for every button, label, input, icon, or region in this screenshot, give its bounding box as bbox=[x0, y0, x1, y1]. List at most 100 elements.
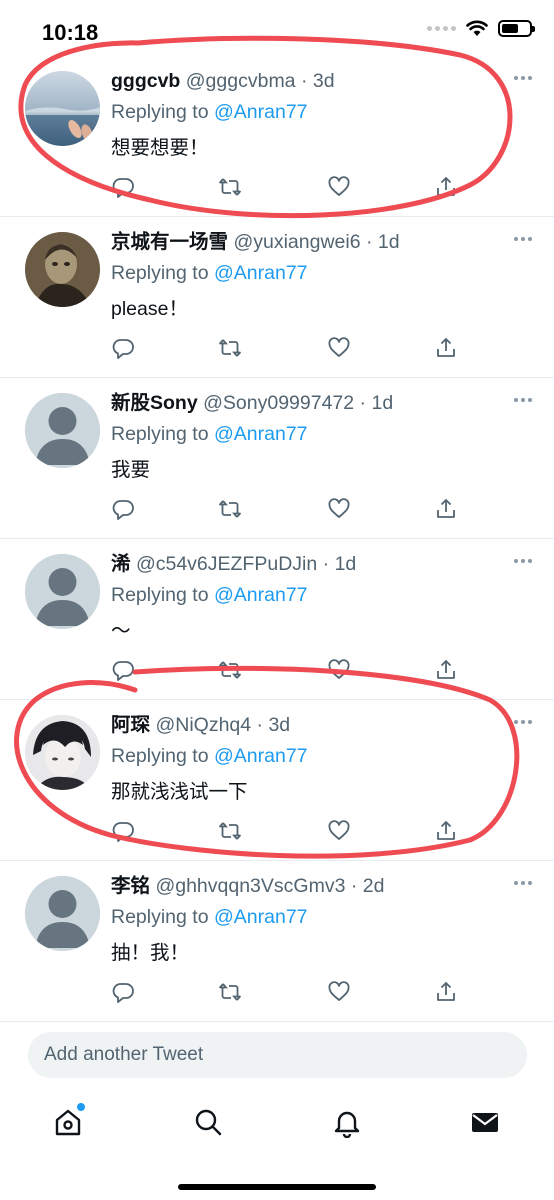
tweet-actions bbox=[111, 658, 459, 684]
reply-icon[interactable] bbox=[111, 336, 137, 362]
user-handle[interactable]: @NiQzhq4 bbox=[155, 714, 251, 736]
display-name[interactable]: gggcvb bbox=[111, 70, 180, 92]
display-name[interactable]: 阿琛 bbox=[111, 714, 150, 736]
cellular-signal-icon bbox=[427, 26, 456, 31]
like-icon[interactable] bbox=[327, 658, 353, 684]
tweet-body: 京城有一场雪 @yuxiangwei6 · 1d Replying to @An… bbox=[111, 229, 534, 322]
tweet-age[interactable]: 1d bbox=[371, 392, 393, 414]
display-name[interactable]: 新股Sony bbox=[111, 392, 198, 414]
replying-to: Replying to @Anran77 bbox=[111, 99, 534, 125]
display-name[interactable]: 李铭 bbox=[111, 875, 150, 897]
notifications-icon[interactable] bbox=[331, 1106, 365, 1140]
user-handle[interactable]: @c54v6JEZFPuDJin bbox=[136, 553, 317, 575]
share-icon[interactable] bbox=[434, 175, 460, 201]
display-name[interactable]: 浠 bbox=[111, 553, 131, 575]
tweet-body: 浠 @c54v6JEZFPuDJin · 1d Replying to @Anr… bbox=[111, 551, 534, 644]
mention-link[interactable]: @Anran77 bbox=[214, 101, 308, 123]
reply-icon[interactable] bbox=[111, 819, 137, 845]
reply-icon[interactable] bbox=[111, 980, 137, 1006]
reply-icon[interactable] bbox=[111, 497, 137, 523]
retweet-icon[interactable] bbox=[218, 980, 244, 1006]
tweet-text: please！ bbox=[111, 298, 188, 320]
tweet-reply[interactable]: 李铭 @ghhvqqn3VscGmv3 · 2d Replying to @An… bbox=[0, 861, 554, 1022]
more-options-icon[interactable] bbox=[514, 559, 532, 563]
tweet-header: 新股Sony @Sony09997472 · 1d bbox=[111, 390, 534, 416]
tweet-header: 浠 @c54v6JEZFPuDJin · 1d bbox=[111, 551, 534, 577]
tweet-reply[interactable]: 浠 @c54v6JEZFPuDJin · 1d Replying to @Anr… bbox=[0, 539, 554, 700]
share-icon[interactable] bbox=[434, 980, 460, 1006]
like-icon[interactable] bbox=[327, 175, 353, 201]
user-handle[interactable]: @Sony09997472 bbox=[203, 392, 354, 414]
search-icon[interactable] bbox=[192, 1106, 226, 1140]
avatar[interactable] bbox=[25, 232, 100, 307]
retweet-icon[interactable] bbox=[218, 497, 244, 523]
tweet-body: gggcvb @gggcvbma · 3d Replying to @Anran… bbox=[111, 68, 534, 161]
tweet-header: 京城有一场雪 @yuxiangwei6 · 1d bbox=[111, 229, 534, 255]
user-handle[interactable]: @gggcvbma bbox=[186, 70, 296, 92]
mention-link[interactable]: @Anran77 bbox=[214, 745, 308, 767]
tweet-age[interactable]: 3d bbox=[313, 70, 335, 92]
mention-link[interactable]: @Anran77 bbox=[214, 584, 308, 606]
messages-icon[interactable] bbox=[469, 1106, 503, 1140]
tweet-age[interactable]: 2d bbox=[363, 875, 385, 897]
reply-icon[interactable] bbox=[111, 175, 137, 201]
tweet-actions bbox=[111, 497, 459, 523]
user-handle[interactable]: @yuxiangwei6 bbox=[233, 231, 360, 253]
tweet-text: 我要 bbox=[111, 459, 151, 481]
replying-to-prefix: Replying to bbox=[111, 584, 209, 606]
avatar[interactable] bbox=[25, 554, 100, 629]
more-options-icon[interactable] bbox=[514, 76, 532, 80]
user-handle[interactable]: @ghhvqqn3VscGmv3 bbox=[155, 875, 345, 897]
mention-link[interactable]: @Anran77 bbox=[214, 906, 308, 928]
retweet-icon[interactable] bbox=[218, 175, 244, 201]
add-another-tweet-input[interactable]: Add another Tweet bbox=[28, 1032, 527, 1078]
more-options-icon[interactable] bbox=[514, 720, 532, 724]
like-icon[interactable] bbox=[327, 819, 353, 845]
share-icon[interactable] bbox=[434, 819, 460, 845]
retweet-icon[interactable] bbox=[218, 658, 244, 684]
tweet-reply[interactable]: 京城有一场雪 @yuxiangwei6 · 1d Replying to @An… bbox=[0, 217, 554, 378]
retweet-icon[interactable] bbox=[218, 819, 244, 845]
tweet-reply[interactable]: 阿琛 @NiQzhq4 · 3d Replying to @Anran77 那就… bbox=[0, 700, 554, 861]
display-name[interactable]: 京城有一场雪 bbox=[111, 231, 228, 253]
status-bar: 10:18 bbox=[0, 0, 554, 64]
mention-link[interactable]: @Anran77 bbox=[214, 423, 308, 445]
mention-link[interactable]: @Anran77 bbox=[214, 262, 308, 284]
separator-dot: · bbox=[300, 70, 308, 92]
avatar[interactable] bbox=[25, 71, 100, 146]
like-icon[interactable] bbox=[327, 980, 353, 1006]
reply-thread: gggcvb @gggcvbma · 3d Replying to @Anran… bbox=[0, 56, 554, 1022]
tweet-text: 想要想要！ bbox=[111, 137, 209, 159]
separator-dot: · bbox=[350, 875, 358, 897]
tweet-text: 那就浅浅试一下 bbox=[111, 781, 248, 803]
avatar[interactable] bbox=[25, 393, 100, 468]
share-icon[interactable] bbox=[434, 336, 460, 362]
bottom-tab-bar bbox=[0, 1090, 554, 1160]
tweet-actions bbox=[111, 980, 459, 1006]
retweet-icon[interactable] bbox=[218, 336, 244, 362]
more-options-icon[interactable] bbox=[514, 398, 532, 402]
like-icon[interactable] bbox=[327, 336, 353, 362]
tweet-reply[interactable]: 新股Sony @Sony09997472 · 1d Replying to @A… bbox=[0, 378, 554, 539]
tweet-age[interactable]: 1d bbox=[335, 553, 357, 575]
tweet-body: 李铭 @ghhvqqn3VscGmv3 · 2d Replying to @An… bbox=[111, 873, 534, 966]
share-icon[interactable] bbox=[434, 658, 460, 684]
avatar[interactable] bbox=[25, 876, 100, 951]
tweet-actions bbox=[111, 175, 459, 201]
tweet-body: 新股Sony @Sony09997472 · 1d Replying to @A… bbox=[111, 390, 534, 483]
separator-dot: · bbox=[365, 231, 373, 253]
tweet-age[interactable]: 1d bbox=[378, 231, 400, 253]
home-icon[interactable] bbox=[52, 1103, 86, 1140]
reply-icon[interactable] bbox=[111, 658, 137, 684]
avatar[interactable] bbox=[25, 715, 100, 790]
tweet-header: 李铭 @ghhvqqn3VscGmv3 · 2d bbox=[111, 873, 534, 899]
tweet-age[interactable]: 3d bbox=[268, 714, 290, 736]
more-options-icon[interactable] bbox=[514, 237, 532, 241]
tweet-reply[interactable]: gggcvb @gggcvbma · 3d Replying to @Anran… bbox=[0, 56, 554, 217]
separator-dot: · bbox=[359, 392, 367, 414]
replying-to-prefix: Replying to bbox=[111, 906, 209, 928]
tweet-actions bbox=[111, 819, 459, 845]
like-icon[interactable] bbox=[327, 497, 353, 523]
share-icon[interactable] bbox=[434, 497, 460, 523]
more-options-icon[interactable] bbox=[514, 881, 532, 885]
